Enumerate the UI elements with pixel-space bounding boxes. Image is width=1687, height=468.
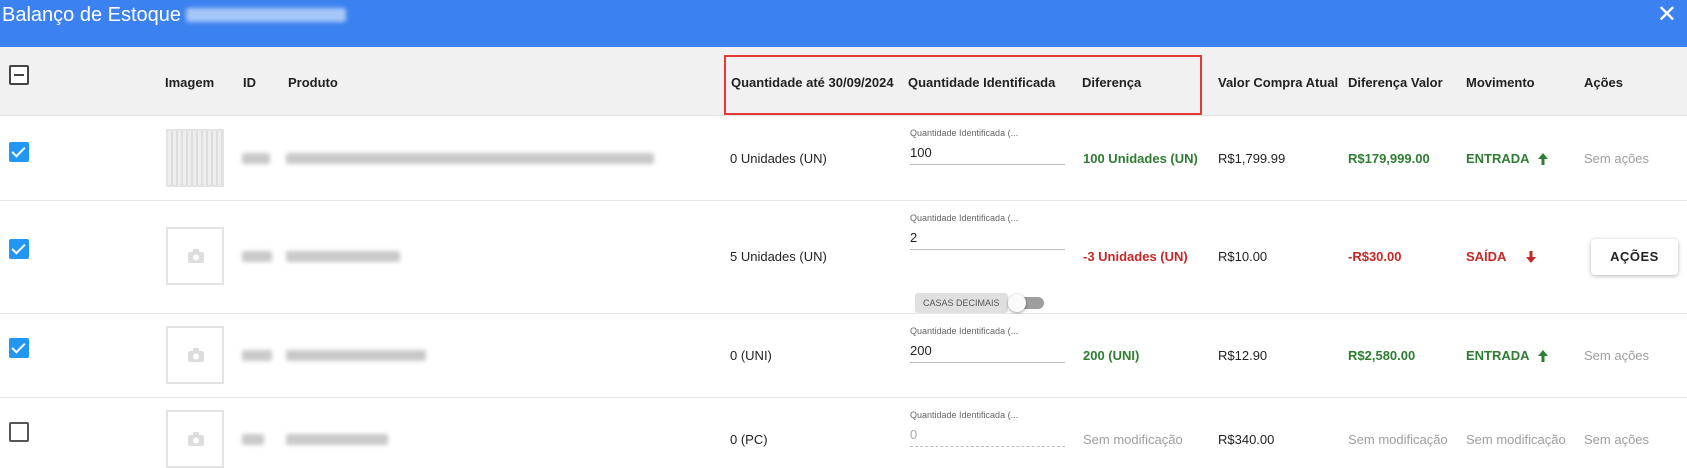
movimento-value: Sem modificação: [1466, 432, 1566, 447]
header-diferenca-valor: Diferença Valor: [1348, 75, 1443, 90]
quantidade-value: 0 Unidades (UN): [730, 151, 827, 166]
select-all-checkbox[interactable]: [9, 65, 29, 85]
qty-field-label: Quantidade Identificada (...: [910, 410, 1019, 420]
header-produto: Produto: [288, 75, 338, 90]
header-diferenca: Diferença: [1082, 75, 1142, 90]
casas-decimais-toggle[interactable]: [1008, 294, 1044, 312]
redacted-id: [242, 350, 272, 361]
acoes-text: Sem ações: [1584, 432, 1650, 447]
row-checkbox[interactable]: [9, 338, 29, 358]
product-image-placeholder: [166, 410, 224, 468]
dialog-titlebar: Balanço de Estoque ✕: [0, 0, 1687, 47]
arrow-up-icon: [1538, 350, 1548, 362]
table-header: Imagem ID Produto Quantidade até 30/09/2…: [0, 47, 1687, 116]
close-icon[interactable]: ✕: [1657, 3, 1677, 27]
camera-icon: [188, 249, 204, 263]
redacted-product-name: [286, 434, 388, 445]
valor-compra-value: R$10.00: [1218, 249, 1268, 264]
redacted-id: [242, 434, 264, 445]
product-image-placeholder: [166, 326, 224, 384]
redacted-product-name: [286, 350, 426, 361]
diferenca-valor-value: Sem modificação: [1348, 432, 1448, 447]
redacted-id: [242, 251, 272, 262]
diferenca-value: -3 Unidades (UN): [1083, 249, 1188, 264]
redacted-subtitle: [186, 8, 346, 22]
diferenca-valor-value: -R$30.00: [1348, 249, 1402, 264]
diferenca-valor-value: R$179,999.00: [1348, 151, 1430, 166]
quantidade-value: 5 Unidades (UN): [730, 249, 827, 264]
table-row: 5 Unidades (UN) Quantidade Identificada …: [0, 201, 1687, 314]
row-checkbox[interactable]: [9, 239, 29, 259]
header-id: ID: [243, 75, 256, 90]
table-row: 0 (UNI) Quantidade Identificada (... 200…: [0, 314, 1687, 398]
arrow-up-icon: [1538, 153, 1548, 165]
table-row: 0 Unidades (UN) Quantidade Identificada …: [0, 116, 1687, 201]
valor-compra-value: R$1,799.99: [1218, 151, 1286, 166]
header-imagem: Imagem: [165, 75, 215, 90]
acoes-text: Sem ações: [1584, 348, 1650, 363]
quantidade-identificada-input[interactable]: [910, 225, 1065, 250]
quantidade-identificada-input[interactable]: [910, 422, 1065, 447]
redacted-product-name: [286, 153, 654, 164]
arrow-down-icon: [1526, 251, 1536, 263]
header-quantidade-identificada: Quantidade Identificada: [908, 75, 1056, 90]
qty-field-label: Quantidade Identificada (...: [910, 128, 1019, 138]
header-quantidade-ate: Quantidade até 30/09/2024: [731, 75, 894, 90]
quantidade-identificada-input[interactable]: [910, 338, 1065, 363]
product-image-placeholder: [166, 227, 224, 285]
acoes-button[interactable]: AÇÕES: [1591, 239, 1678, 275]
quantidade-value: 0 (UNI): [730, 348, 772, 363]
camera-icon: [188, 348, 204, 362]
redacted-id: [242, 153, 270, 164]
row-checkbox[interactable]: [9, 422, 29, 442]
quantidade-value: 0 (PC): [730, 432, 768, 447]
row-checkbox[interactable]: [9, 142, 29, 162]
product-image: [166, 129, 224, 187]
diferenca-value: Sem modificação: [1083, 432, 1183, 447]
diferenca-value: 200 (UNI): [1083, 348, 1140, 363]
movimento-value: ENTRADA: [1466, 151, 1530, 166]
valor-compra-value: R$340.00: [1218, 432, 1275, 447]
header-valor-compra: Valor Compra Atual: [1218, 75, 1339, 90]
movimento-value: ENTRADA: [1466, 348, 1530, 363]
dialog-title: Balanço de Estoque: [2, 4, 182, 26]
valor-compra-value: R$12.90: [1218, 348, 1268, 363]
table-row: 0 (PC) Quantidade Identificada (... Sem …: [0, 398, 1687, 468]
header-acoes: Ações: [1584, 75, 1624, 90]
diferenca-value: 100 Unidades (UN): [1083, 151, 1198, 166]
redacted-product-name: [286, 251, 400, 262]
qty-field-label: Quantidade Identificada (...: [910, 213, 1019, 223]
diferenca-valor-value: R$2,580.00: [1348, 348, 1416, 363]
camera-icon: [188, 432, 204, 446]
acoes-text: Sem ações: [1584, 151, 1650, 166]
header-movimento: Movimento: [1466, 75, 1535, 90]
qty-field-label: Quantidade Identificada (...: [910, 326, 1019, 336]
casas-decimais-chip: CASAS DECIMAIS: [915, 293, 1008, 313]
movimento-value: SAÍDA: [1466, 249, 1507, 264]
quantidade-identificada-input[interactable]: [910, 140, 1065, 165]
